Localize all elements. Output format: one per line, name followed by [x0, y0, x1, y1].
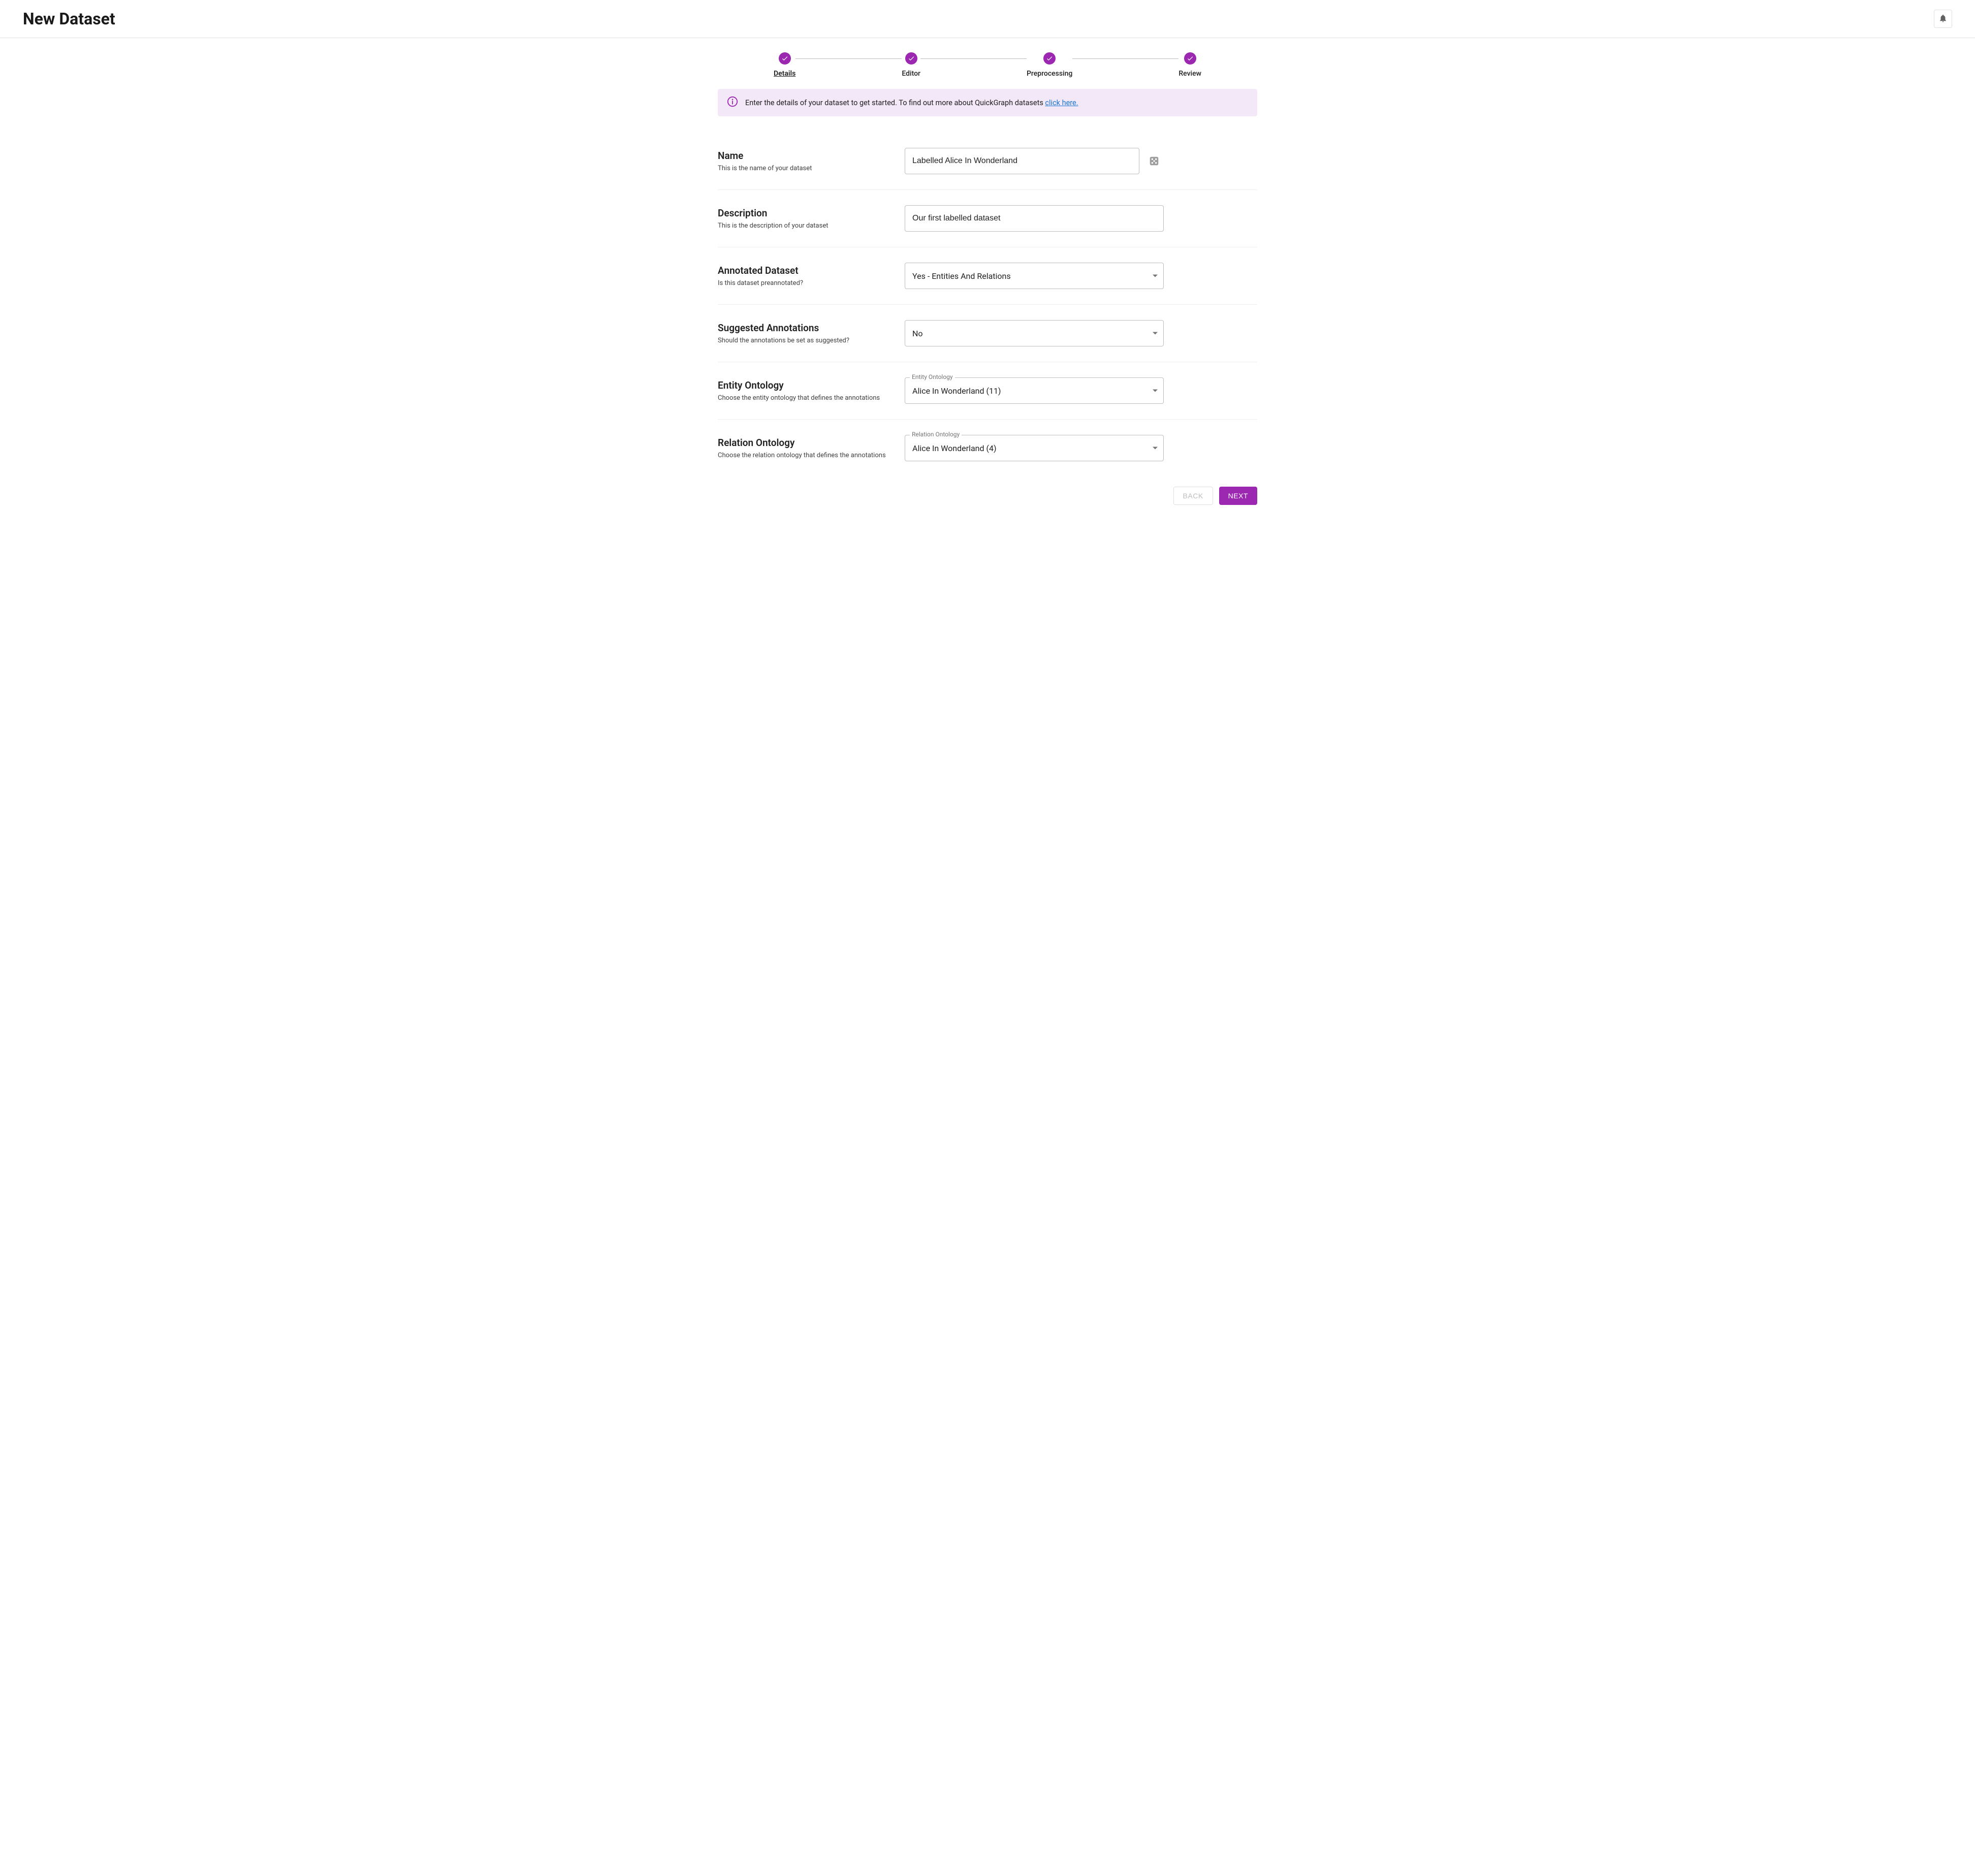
field-desc: Choose the relation ontology that define…	[718, 452, 905, 459]
notifications-button[interactable]	[1934, 10, 1952, 28]
page-title: New Dataset	[23, 9, 115, 28]
chevron-down-icon	[1153, 447, 1158, 450]
select-value: Yes - Entities And Relations	[905, 263, 1164, 289]
step-review[interactable]: Review	[1178, 52, 1201, 78]
dice-icon	[1149, 159, 1160, 169]
chevron-down-icon	[1153, 275, 1158, 277]
info-icon	[727, 96, 738, 109]
select-value: Alice In Wonderland (4)	[905, 435, 1164, 461]
footer-actions: Back Next	[718, 476, 1257, 505]
step-preprocessing[interactable]: Preprocessing	[1027, 52, 1072, 78]
stepper: Details Editor Preprocessing Review	[718, 38, 1257, 89]
field-desc: Should the annotations be set as suggest…	[718, 337, 905, 344]
suggested-select[interactable]: No	[905, 320, 1164, 346]
page-header: New Dataset	[0, 0, 1975, 38]
field-title: Entity Ontology	[718, 379, 905, 391]
connector	[920, 58, 1027, 59]
info-text-body: Enter the details of your dataset to get…	[745, 99, 1045, 107]
float-label: Relation Ontology	[910, 431, 962, 438]
field-title: Relation Ontology	[718, 437, 905, 449]
check-icon	[905, 52, 917, 65]
select-value: No	[905, 320, 1164, 346]
description-input[interactable]	[905, 205, 1164, 232]
field-desc: Choose the entity ontology that defines …	[718, 394, 905, 402]
back-button[interactable]: Back	[1173, 487, 1213, 505]
field-annotated: Annotated Dataset Is this dataset preann…	[718, 247, 1257, 305]
name-input[interactable]	[905, 148, 1139, 174]
float-label: Entity Ontology	[910, 373, 955, 380]
step-details[interactable]: Details	[774, 52, 795, 78]
step-editor[interactable]: Editor	[902, 52, 920, 78]
annotated-select[interactable]: Yes - Entities And Relations	[905, 263, 1164, 289]
step-label: Details	[774, 70, 795, 78]
check-icon	[779, 52, 791, 65]
bell-icon	[1938, 14, 1948, 24]
field-title: Description	[718, 207, 905, 219]
connector	[795, 58, 902, 59]
field-relation-ontology: Relation Ontology Choose the relation on…	[718, 420, 1257, 476]
chevron-down-icon	[1153, 390, 1158, 392]
relation-ontology-select[interactable]: Relation Ontology Alice In Wonderland (4…	[905, 435, 1164, 461]
step-label: Preprocessing	[1027, 70, 1072, 78]
next-button[interactable]: Next	[1219, 487, 1257, 505]
info-text: Enter the details of your dataset to get…	[745, 99, 1078, 107]
connector	[1072, 58, 1178, 59]
field-entity-ontology: Entity Ontology Choose the entity ontolo…	[718, 362, 1257, 420]
info-link[interactable]: click here.	[1045, 99, 1078, 107]
field-name: Name This is the name of your dataset	[718, 133, 1257, 190]
field-title: Annotated Dataset	[718, 265, 905, 276]
randomize-button[interactable]	[1149, 155, 1160, 167]
check-icon	[1184, 52, 1196, 65]
step-label: Review	[1178, 70, 1201, 78]
field-desc: This is the name of your dataset	[718, 165, 905, 172]
field-description: Description This is the description of y…	[718, 190, 1257, 247]
chevron-down-icon	[1153, 332, 1158, 335]
select-value: Alice In Wonderland (11)	[905, 377, 1164, 404]
field-title: Suggested Annotations	[718, 322, 905, 334]
field-suggested: Suggested Annotations Should the annotat…	[718, 305, 1257, 362]
field-title: Name	[718, 150, 905, 162]
field-desc: Is this dataset preannotated?	[718, 279, 905, 287]
check-icon	[1043, 52, 1056, 65]
field-desc: This is the description of your dataset	[718, 222, 905, 230]
info-banner: Enter the details of your dataset to get…	[718, 89, 1257, 116]
entity-ontology-select[interactable]: Entity Ontology Alice In Wonderland (11)	[905, 377, 1164, 404]
step-label: Editor	[902, 70, 920, 78]
